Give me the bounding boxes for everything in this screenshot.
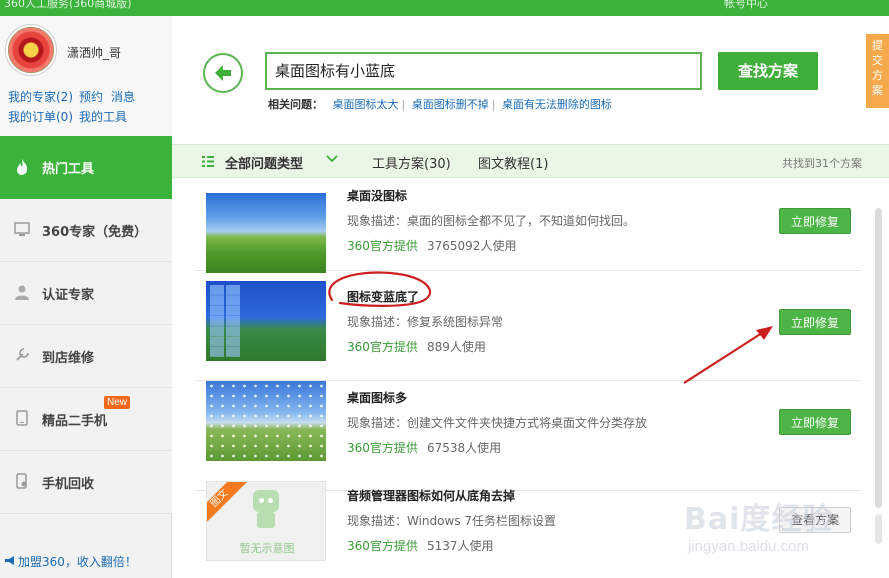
phone-icon bbox=[14, 410, 30, 428]
related-label: 相关问题： bbox=[268, 98, 323, 111]
result-description: 现象描述：Windows 7任务栏图标设置 bbox=[347, 514, 557, 528]
result-description: 现象描述：修复系统图标异常 bbox=[347, 315, 504, 329]
fix-now-button[interactable]: 立即修复 bbox=[779, 309, 851, 335]
join-360-link[interactable]: 加盟360，收入翻倍！ bbox=[4, 553, 137, 570]
sidebar-item-store-repair[interactable]: 到店维修 bbox=[0, 325, 172, 388]
my-experts-link[interactable]: 我的专家(2) bbox=[8, 88, 73, 105]
list-item: 桌面没图标 现象描述：桌面的图标全都不见了，不知道如何找回。 360官方提供 3… bbox=[195, 179, 861, 273]
result-source: 360官方提供 bbox=[347, 539, 418, 553]
related-questions: 相关问题： 桌面图标太大 | 桌面图标删不掉 | 桌面有无法删除的图标 bbox=[268, 98, 612, 111]
fire-icon bbox=[14, 158, 30, 176]
results-count: 共找到31个方案 bbox=[782, 157, 862, 170]
result-users: 5137人使用 bbox=[427, 539, 494, 553]
sidebar-item-label: 360专家（免费） bbox=[42, 225, 148, 240]
sidebar-item-label: 精品二手机 bbox=[42, 414, 108, 429]
robot-placeholder-icon bbox=[251, 490, 281, 528]
related-link[interactable]: 桌面图标删不掉 bbox=[412, 98, 489, 111]
join-360-label: 加盟360，收入翻倍！ bbox=[18, 555, 137, 569]
related-link[interactable]: 桌面有无法删除的图标 bbox=[502, 98, 612, 111]
avatar[interactable] bbox=[6, 25, 56, 75]
result-thumbnail[interactable] bbox=[206, 281, 326, 361]
submit-solution-tab[interactable]: 提交方案 bbox=[866, 34, 889, 108]
sidebar-item-used-phones[interactable]: 精品二手机 New bbox=[0, 388, 172, 451]
sidebar: 潇洒帅_哥 我的专家(2) 预约 消息 我的订单(0) 我的工具 热门工具 36… bbox=[0, 16, 172, 578]
back-button[interactable] bbox=[203, 53, 243, 93]
my-tools-link[interactable]: 我的工具 bbox=[79, 108, 127, 125]
search-input[interactable]: 桌面图标有小蓝底 bbox=[265, 52, 702, 90]
filter-bar: 全部问题类型 工具方案(30) 图文教程(1) 共找到31个方案 bbox=[172, 144, 889, 178]
related-link[interactable]: 桌面图标太大 bbox=[333, 98, 399, 111]
result-title[interactable]: 桌面图标多 bbox=[347, 389, 407, 406]
no-image-label: 暂无示意图 bbox=[239, 542, 295, 555]
result-description: 现象描述：桌面的图标全都不见了，不知道如何找回。 bbox=[347, 214, 636, 228]
appointment-link[interactable]: 预约 bbox=[79, 88, 103, 105]
result-thumbnail[interactable]: 图文 暂无示意图 bbox=[206, 481, 326, 561]
sidebar-item-label: 热门工具 bbox=[42, 162, 95, 177]
result-thumbnail[interactable] bbox=[206, 193, 326, 273]
sidebar-item-hot-tools[interactable]: 热门工具 bbox=[0, 136, 172, 199]
messages-link[interactable]: 消息 bbox=[111, 88, 135, 105]
tab-tutorials[interactable]: 图文教程(1) bbox=[478, 153, 548, 172]
result-thumbnail[interactable] bbox=[206, 381, 326, 461]
chevron-down-icon[interactable] bbox=[326, 152, 338, 166]
watermark-url: jingyan.baidu.com bbox=[688, 538, 809, 555]
sidebar-item-phone-recycle[interactable]: 手机回收 bbox=[0, 451, 172, 514]
my-orders-link[interactable]: 我的订单(0) bbox=[8, 108, 73, 125]
megaphone-icon bbox=[4, 555, 18, 569]
fix-now-button[interactable]: 立即修复 bbox=[779, 208, 851, 234]
search-button[interactable]: 查找方案 bbox=[718, 52, 818, 90]
result-title[interactable]: 音频管理器图标如何从底角去掉 bbox=[347, 487, 515, 504]
new-badge: New bbox=[104, 396, 131, 409]
submit-solution-label: 提交方案 bbox=[872, 39, 883, 97]
username[interactable]: 潇洒帅_哥 bbox=[67, 44, 121, 61]
sidebar-item-label: 手机回收 bbox=[42, 477, 95, 492]
watermark-logo: Bai度经验 jingyan.baidu.com bbox=[676, 490, 876, 570]
result-users: 67538人使用 bbox=[427, 441, 502, 455]
window-title: 360人工服务(360商城版) bbox=[4, 0, 132, 10]
title-bar: 360人工服务(360商城版) 帐号中心 bbox=[0, 0, 889, 16]
result-title[interactable]: 桌面没图标 bbox=[347, 187, 407, 204]
result-source: 360官方提供 bbox=[347, 340, 418, 354]
watermark-brand: Bai度经验 bbox=[684, 502, 834, 537]
monitor-icon bbox=[14, 221, 30, 239]
result-source: 360官方提供 bbox=[347, 441, 418, 455]
scrollbar-thumb[interactable] bbox=[875, 208, 882, 508]
tab-tool-solutions[interactable]: 工具方案(30) bbox=[372, 153, 451, 172]
result-users: 889人使用 bbox=[427, 340, 486, 354]
result-source: 360官方提供 bbox=[347, 239, 418, 253]
person-icon bbox=[14, 284, 30, 302]
sidebar-item-certified-expert[interactable]: 认证专家 bbox=[0, 262, 172, 325]
profile-panel: 潇洒帅_哥 我的专家(2) 预约 消息 我的订单(0) 我的工具 bbox=[0, 16, 172, 136]
problem-type-dropdown[interactable]: 全部问题类型 bbox=[225, 153, 303, 172]
arrow-left-icon bbox=[215, 65, 231, 81]
tutorial-ribbon: 图文 bbox=[207, 482, 250, 529]
list-icon bbox=[202, 156, 214, 170]
sidebar-item-360-expert[interactable]: 360专家（免费） bbox=[0, 199, 172, 262]
account-center-link[interactable]: 帐号中心 bbox=[724, 0, 768, 11]
sidebar-item-label: 到店维修 bbox=[42, 351, 95, 366]
phone-recycle-icon bbox=[14, 473, 30, 491]
fix-now-button[interactable]: 立即修复 bbox=[779, 409, 851, 435]
list-item: 桌面图标多 现象描述：创建文件文件夹快捷方式将桌面文件分类存放 360官方提供 … bbox=[195, 381, 861, 491]
scrollbar-track-lower[interactable] bbox=[875, 514, 882, 544]
list-item: 图标变蓝底了 现象描述：修复系统图标异常 360官方提供 889人使用 立即修复 bbox=[195, 271, 861, 381]
wrench-icon bbox=[14, 347, 30, 365]
sidebar-item-label: 认证专家 bbox=[42, 288, 95, 303]
result-title[interactable]: 图标变蓝底了 bbox=[347, 288, 419, 305]
result-users: 3765092人使用 bbox=[427, 239, 517, 253]
result-description: 现象描述：创建文件文件夹快捷方式将桌面文件分类存放 bbox=[347, 416, 648, 430]
